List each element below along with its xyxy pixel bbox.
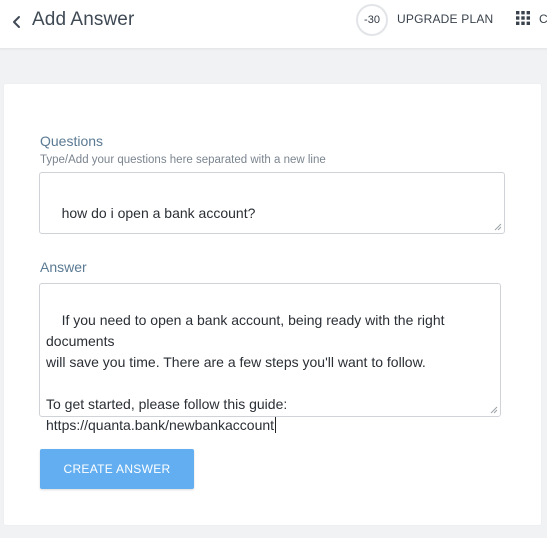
answer-text: If you need to open a bank account, bein…	[46, 312, 445, 433]
answer-label: Answer	[40, 259, 87, 275]
page-title: Add Answer	[32, 9, 135, 30]
resize-handle-icon[interactable]	[490, 406, 498, 414]
text-cursor	[275, 417, 277, 433]
answer-textarea[interactable]: If you need to open a bank account, bein…	[39, 283, 501, 433]
create-answer-button[interactable]: CREATE ANSWER	[40, 449, 194, 489]
grid-icon[interactable]	[516, 11, 530, 25]
questions-text: how do i open a bank account?	[61, 205, 256, 221]
questions-textarea[interactable]: how do i open a bank account?	[39, 172, 505, 234]
resize-handle-icon[interactable]	[494, 223, 502, 231]
upgrade-plan-link[interactable]: UPGRADE PLAN	[397, 12, 493, 26]
questions-hint: Type/Add your questions here separated w…	[40, 154, 326, 166]
answer-form-card: Questions Type/Add your questions here s…	[4, 84, 541, 525]
credits-count: -30	[364, 14, 380, 26]
apps-menu-label[interactable]: C	[539, 12, 547, 26]
questions-label: Questions	[40, 133, 104, 149]
credits-badge[interactable]: -30	[356, 4, 388, 36]
top-bar: Add Answer -30 UPGRADE PLAN C	[0, 0, 547, 49]
chevron-left-icon[interactable]	[8, 13, 26, 31]
